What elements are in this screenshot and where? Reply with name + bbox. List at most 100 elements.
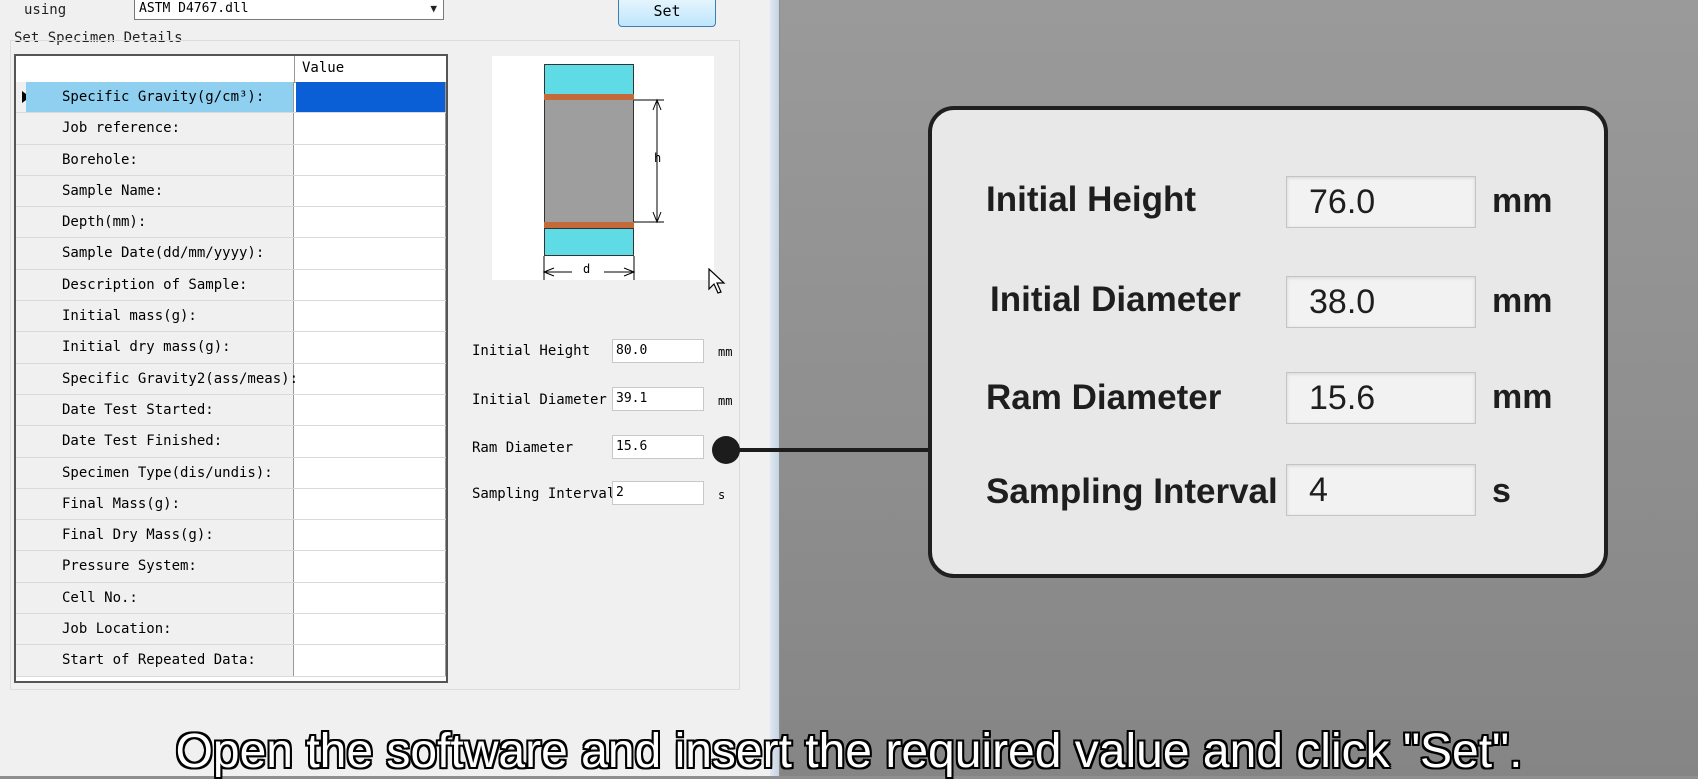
row-label: Description of Sample: [62, 276, 248, 293]
grid-header: Value [16, 56, 446, 83]
row-label-cell: Date Test Finished: [26, 426, 294, 457]
row-label: Sample Date(dd/mm/yyyy): [62, 245, 265, 262]
row-value-cell[interactable] [296, 426, 446, 457]
sampling-interval-label: Sampling Interval [472, 486, 616, 502]
callout-ram-diameter-unit: mm [1492, 378, 1553, 416]
table-row[interactable]: Sample Date(dd/mm/yyyy): [16, 238, 446, 270]
specimen-diagram: h d [492, 56, 714, 280]
row-value-cell[interactable] [296, 394, 446, 426]
zoom-callout-panel: Initial Height 76.0 mm Initial Diameter … [928, 106, 1608, 578]
callout-sampling-interval-input: 4 [1286, 464, 1476, 516]
row-label: Initial dry mass(g): [62, 339, 231, 356]
row-value-cell[interactable] [296, 520, 446, 551]
table-row[interactable]: Specific Gravity(g/cm³): [16, 82, 446, 114]
table-row[interactable]: Job reference: [16, 113, 446, 145]
initial-height-unit: mm [718, 345, 733, 359]
sampling-interval-input[interactable]: 2 [612, 481, 704, 505]
initial-diameter-label: Initial Diameter [472, 392, 607, 408]
initial-diameter-input[interactable]: 39.1 [612, 387, 704, 411]
row-label-cell: Sample Date(dd/mm/yyyy): [26, 238, 294, 269]
table-row[interactable]: Initial mass(g): [16, 301, 446, 333]
row-label: Initial mass(g): [62, 308, 197, 325]
initial-height-input[interactable]: 80.0 [612, 339, 704, 363]
row-label-cell: Final Dry Mass(g): [26, 520, 294, 551]
row-label-cell: Date Test Started: [26, 394, 294, 426]
set-button[interactable]: Set [618, 0, 716, 27]
callout-connector-dot [712, 436, 740, 464]
sampling-interval-unit: s [718, 488, 726, 502]
callout-initial-diameter-label: Initial Diameter [990, 280, 1241, 319]
row-value-cell[interactable] [296, 332, 446, 363]
using-label: using [24, 2, 67, 18]
table-row[interactable]: Start of Repeated Data: [16, 645, 446, 677]
dimension-lines [542, 98, 664, 280]
row-value-cell[interactable] [296, 645, 446, 676]
row-value-cell[interactable] [296, 238, 446, 269]
table-row[interactable]: Specimen Type(dis/undis): [16, 457, 446, 489]
row-value-cell[interactable] [296, 301, 446, 332]
row-label: Depth(mm): [62, 214, 147, 231]
height-dimension-label: h [654, 151, 662, 165]
table-row[interactable]: Cell No.: [16, 582, 446, 615]
table-row[interactable]: Depth(mm): [16, 207, 446, 239]
grid-rows: Specific Gravity(g/cm³): Job reference: … [16, 82, 446, 677]
callout-sampling-interval-unit: s [1492, 472, 1511, 510]
table-row[interactable]: Final Mass(g): [16, 488, 446, 521]
row-value-cell[interactable] [296, 207, 446, 238]
dll-select[interactable]: ASTM D4767.dll ▼ [134, 0, 444, 20]
row-value-cell[interactable] [296, 269, 446, 301]
row-value-cell[interactable] [296, 488, 446, 520]
diameter-dimension-label: d [583, 262, 591, 276]
row-value-cell[interactable] [296, 582, 446, 614]
row-label: Job reference: [62, 120, 181, 137]
table-row[interactable]: Pressure System: [16, 551, 446, 583]
row-label-cell: Depth(mm): [26, 207, 294, 238]
callout-initial-height-label: Initial Height [986, 180, 1196, 219]
table-row[interactable]: Job Location: [16, 614, 446, 646]
row-label: Final Dry Mass(g): [62, 527, 214, 544]
row-label: Final Mass(g): [62, 495, 181, 512]
table-row[interactable]: Date Test Finished: [16, 426, 446, 458]
table-row[interactable]: Final Dry Mass(g): [16, 520, 446, 552]
row-value-cell[interactable] [296, 175, 446, 207]
callout-ram-diameter-label: Ram Diameter [986, 378, 1222, 417]
row-value-cell[interactable] [296, 113, 446, 144]
row-label-cell: Cell No.: [26, 582, 294, 614]
callout-connector-line [726, 448, 930, 452]
table-row[interactable]: Date Test Started: [16, 394, 446, 427]
row-label-cell: Final Mass(g): [26, 488, 294, 520]
table-row[interactable]: Sample Name: [16, 175, 446, 208]
video-subtitle: Open the software and insert the require… [175, 725, 1523, 778]
ram-diameter-input[interactable]: 15.6 [612, 435, 704, 459]
row-value-cell[interactable] [296, 614, 446, 645]
row-label-cell: Specific Gravity(g/cm³): [26, 82, 294, 113]
ram-diameter-label: Ram Diameter [472, 440, 574, 456]
row-label-cell: Specimen Type(dis/undis): [26, 457, 294, 488]
callout-initial-diameter-input: 38.0 [1286, 276, 1476, 328]
table-row[interactable]: Initial dry mass(g): [16, 332, 446, 364]
row-label-cell: Start of Repeated Data: [26, 645, 294, 676]
table-row[interactable]: Specific Gravity2(ass/meas): [16, 363, 446, 395]
window-border [770, 0, 778, 776]
specimen-details-grid: Value Specific Gravity(g/cm³): Job refer… [14, 54, 448, 683]
row-value-cell[interactable] [296, 363, 446, 394]
row-value-cell[interactable] [296, 82, 446, 113]
row-label: Cell No.: [62, 589, 138, 606]
row-label-cell: Borehole: [26, 144, 294, 175]
initial-diameter-unit: mm [718, 394, 733, 408]
row-value-cell[interactable] [296, 457, 446, 488]
table-row[interactable]: Borehole: [16, 144, 446, 176]
row-label: Job Location: [62, 621, 172, 638]
table-row[interactable]: Description of Sample: [16, 269, 446, 302]
initial-height-label: Initial Height [472, 343, 591, 359]
row-label-cell: Description of Sample: [26, 269, 294, 301]
row-label-cell: Initial dry mass(g): [26, 332, 294, 363]
row-label: Start of Repeated Data: [62, 652, 256, 669]
row-label-cell: Job Location: [26, 614, 294, 645]
row-label-cell: Pressure System: [26, 551, 294, 582]
row-label: Specific Gravity(g/cm³): [62, 89, 265, 105]
row-value-cell[interactable] [296, 144, 446, 175]
row-label: Sample Name: [62, 182, 164, 199]
row-value-cell[interactable] [296, 551, 446, 582]
row-label-cell: Initial mass(g): [26, 301, 294, 332]
